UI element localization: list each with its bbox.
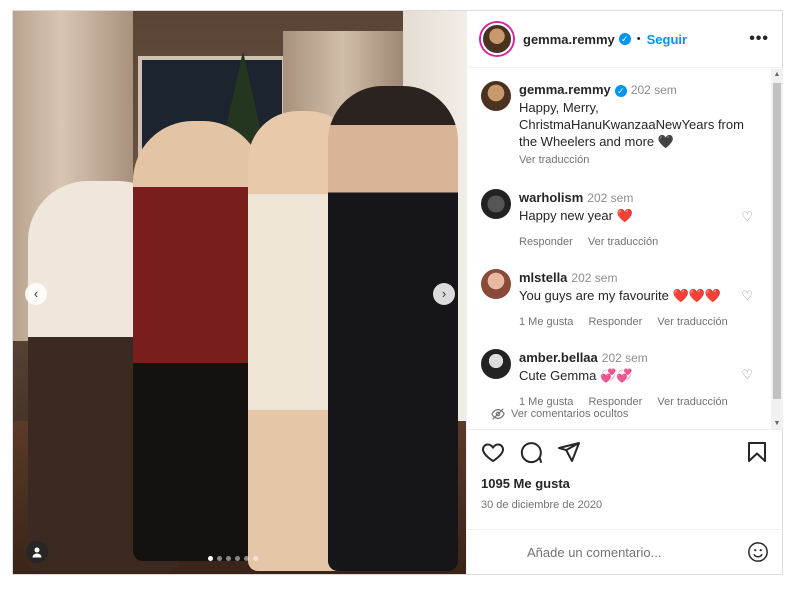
eye-off-icon <box>491 408 505 420</box>
verified-icon: ✓ <box>618 33 631 45</box>
carousel-dot <box>253 556 258 561</box>
share-icon[interactable] <box>557 440 581 464</box>
comment-emoji: ❤️❤️❤️ <box>672 288 722 303</box>
comment-emoji: 💞💞 <box>599 368 633 383</box>
comment-text: You guys are my favourite <box>519 288 669 303</box>
carousel-dot <box>217 556 222 561</box>
carousel-dots <box>208 556 258 561</box>
caption-emoji: 🖤 <box>657 134 674 149</box>
avatar[interactable] <box>481 189 511 219</box>
comment-time: 202 sem <box>571 271 618 285</box>
emoji-icon[interactable] <box>747 541 769 563</box>
view-hidden-comments[interactable]: Ver comentarios ocultos <box>491 407 628 421</box>
comment-time: 202 sem <box>601 351 648 365</box>
likes-count[interactable]: 1 Me gusta <box>519 316 573 328</box>
separator-dot: • <box>636 33 641 45</box>
comment-username[interactable]: amber.bellaa <box>519 350 598 365</box>
comments-scrollbar[interactable]: ▲ ▼ <box>771 69 783 429</box>
comment-text: Happy new year <box>519 208 613 223</box>
comment-time: 202 sem <box>587 191 634 205</box>
post-dialog: ‹ › gemma.remmy ✓ • Seguir ••• gemma.rem… <box>12 10 783 575</box>
caption-translate-link[interactable]: Ver traducción <box>519 154 589 166</box>
follow-button[interactable]: Seguir <box>647 32 687 47</box>
photo-person-2 <box>133 121 263 561</box>
hidden-comments-label: Ver comentarios ocultos <box>511 408 629 420</box>
comment-emoji: ❤️ <box>616 208 633 223</box>
list-item: mlstella 202 sem You guys are my favourit… <box>481 269 749 331</box>
chevron-left-icon[interactable]: ‹ <box>25 283 47 305</box>
avatar[interactable] <box>481 81 511 111</box>
caption-username[interactable]: gemma.remmy <box>519 82 611 97</box>
comment-text: Cute Gemma <box>519 368 597 383</box>
scroll-down-icon[interactable]: ▼ <box>771 420 783 427</box>
carousel-dot <box>226 556 231 561</box>
heart-icon[interactable]: ♡ <box>741 288 753 304</box>
scrollbar-thumb[interactable] <box>773 83 781 399</box>
post-header: gemma.remmy ✓ • Seguir ••• <box>467 11 783 68</box>
carousel-dot <box>208 556 213 561</box>
heart-icon[interactable]: ♡ <box>741 209 753 225</box>
chevron-right-icon[interactable]: › <box>433 283 455 305</box>
likes-count[interactable]: 1095 Me gusta <box>481 476 769 491</box>
caption-text: Happy, Merry, ChristmaHanuKwanzaaNewYear… <box>519 100 744 149</box>
comments-list[interactable]: gemma.remmy ✓ 202 sem Happy, Merry, Christ… <box>467 69 783 429</box>
tag-user-icon[interactable] <box>26 541 48 563</box>
caption-item: gemma.remmy ✓ 202 sem Happy, Merry, Christ… <box>481 81 749 169</box>
heart-icon[interactable]: ♡ <box>741 367 753 383</box>
avatar[interactable] <box>481 269 511 299</box>
add-comment-bar <box>467 529 783 574</box>
scroll-up-icon[interactable]: ▲ <box>771 71 783 78</box>
more-options-icon[interactable]: ••• <box>749 30 769 48</box>
avatar[interactable] <box>481 349 511 379</box>
photo-person-4 <box>328 86 458 571</box>
avatar[interactable] <box>481 23 513 55</box>
verified-icon: ✓ <box>614 84 627 97</box>
author-username[interactable]: gemma.remmy <box>523 32 615 47</box>
translate-link[interactable]: Ver traducción <box>588 236 658 248</box>
post-side-panel: gemma.remmy ✓ • Seguir ••• gemma.remmy ✓ 2… <box>466 11 783 574</box>
caption-time: 202 sem <box>630 83 677 97</box>
list-item: amber.bellaa 202 sem Cute Gemma 💞💞 1 Me g… <box>481 349 749 411</box>
comment-icon[interactable] <box>519 440 543 464</box>
comment-username[interactable]: warholism <box>519 190 583 205</box>
bookmark-icon[interactable] <box>745 440 769 464</box>
heart-icon[interactable] <box>481 440 505 464</box>
translate-link[interactable]: Ver traducción <box>657 396 727 408</box>
reply-button[interactable]: Responder <box>588 316 642 328</box>
post-photo[interactable]: ‹ › <box>13 11 466 574</box>
list-item: warholism 202 sem Happy new year ❤️ Respo… <box>481 189 749 251</box>
reply-button[interactable]: Responder <box>519 236 573 248</box>
carousel-dot <box>244 556 249 561</box>
comment-username[interactable]: mlstella <box>519 270 567 285</box>
post-date: 30 de diciembre de 2020 <box>481 499 603 511</box>
translate-link[interactable]: Ver traducción <box>657 316 727 328</box>
carousel-dot <box>235 556 240 561</box>
comment-input[interactable] <box>525 543 747 561</box>
post-actions: 1095 Me gusta 30 de diciembre de 2020 <box>467 429 783 511</box>
